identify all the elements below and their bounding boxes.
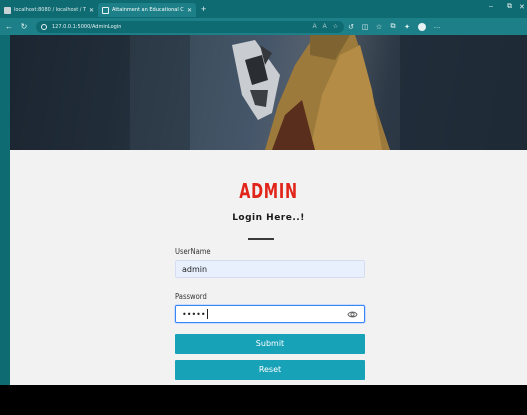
collections-icon[interactable]: ⧉ — [386, 23, 400, 31]
tab-title: localhost:8080 / localhost / This — [14, 7, 86, 13]
browser-tab-active[interactable]: Attainment an Educational Cente ✕ — [98, 3, 196, 17]
username-value: admin — [182, 264, 208, 274]
hero-banner-image — [10, 35, 527, 150]
submit-button[interactable]: Submit — [175, 334, 365, 354]
title-divider — [248, 238, 274, 240]
translate-icon[interactable]: A — [313, 24, 317, 30]
hero-photo-illustration — [10, 35, 527, 150]
tab-close-icon[interactable]: ✕ — [89, 7, 94, 14]
page-title: ADMIN — [239, 179, 298, 203]
username-label: UserName — [175, 247, 211, 256]
password-value: ••••• — [182, 309, 206, 319]
reset-button[interactable]: Reset — [175, 360, 365, 380]
browser-address-bar: ← ↻ 127.0.0.1:5000/AdminLogin A A ☆ ↺ ◫ … — [0, 18, 527, 35]
favorite-star-icon[interactable]: ☆ — [333, 23, 338, 30]
login-panel: ADMIN Login Here..! UserName admin Passw… — [10, 150, 527, 385]
password-input[interactable]: ••••• — [175, 305, 365, 323]
tab-close-icon[interactable]: ✕ — [187, 7, 192, 14]
refresh-extension-icon[interactable]: ↺ — [344, 23, 358, 31]
username-input[interactable]: admin — [175, 260, 365, 278]
taskbar — [0, 385, 527, 415]
favorites-icon[interactable]: ☆ — [372, 23, 386, 31]
site-info-icon[interactable] — [41, 23, 47, 30]
read-aloud-icon[interactable]: A — [323, 24, 327, 30]
text-caret — [206, 309, 208, 319]
password-label: Password — [175, 292, 207, 301]
tab-title: Attainment an Educational Cente — [112, 7, 184, 13]
reveal-password-icon[interactable] — [347, 309, 358, 320]
split-screen-icon[interactable]: ◫ — [358, 23, 372, 31]
browser-tab-bar: localhost:8080 / localhost / This ✕ Atta… — [0, 0, 527, 18]
sidebar-edge — [0, 35, 10, 385]
more-menu-icon[interactable]: … — [430, 23, 444, 30]
reload-icon[interactable]: ↻ — [18, 22, 30, 31]
tab-favicon-icon — [4, 6, 11, 14]
profile-avatar[interactable] — [418, 22, 426, 31]
maximize-icon[interactable]: ⧉ — [507, 3, 512, 11]
back-icon[interactable]: ← — [3, 22, 15, 31]
tab-page-icon — [102, 6, 109, 14]
minimize-icon[interactable]: – — [489, 3, 493, 10]
url-text: 127.0.0.1:5000/AdminLogin — [52, 23, 122, 30]
login-subtitle: Login Here..! — [232, 213, 305, 223]
url-input[interactable]: 127.0.0.1:5000/AdminLogin A A ☆ — [36, 20, 344, 33]
browser-tab-phpmyadmin[interactable]: localhost:8080 / localhost / This ✕ — [0, 3, 98, 17]
extensions-icon[interactable]: ✦ — [400, 23, 414, 31]
new-tab-icon[interactable]: + — [201, 4, 206, 14]
close-window-icon[interactable]: ✕ — [519, 3, 525, 11]
